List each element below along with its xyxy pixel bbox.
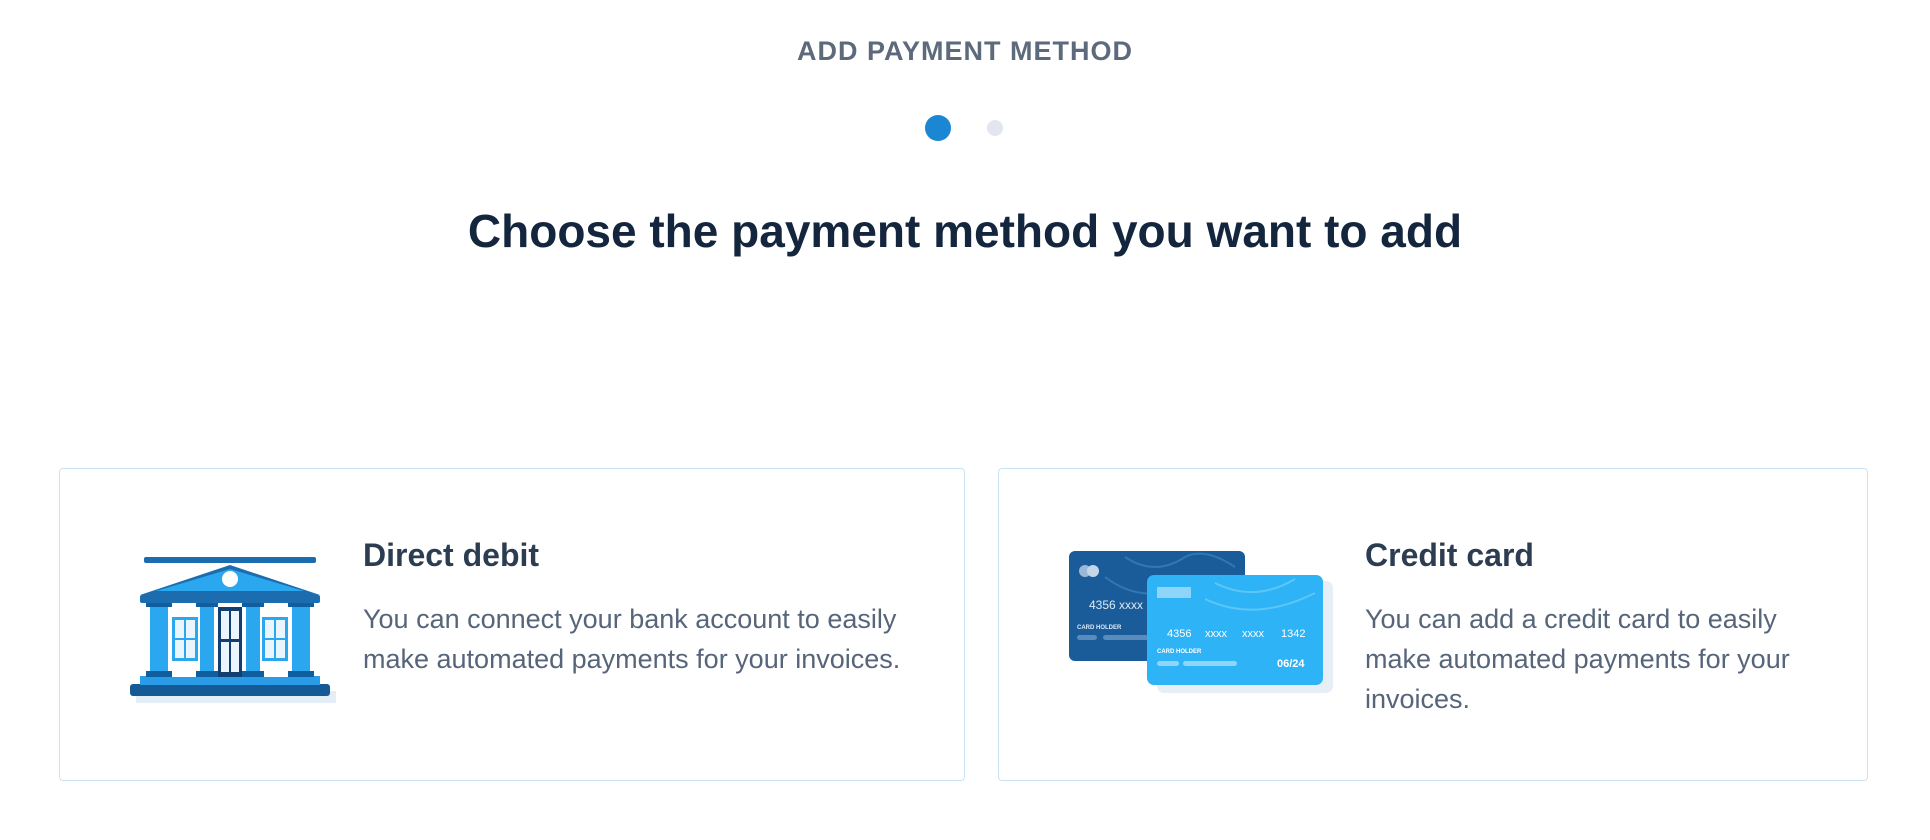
back-card-holder: CARD HOLDER — [1077, 625, 1122, 631]
credit-card-description: You can add a credit card to easily make… — [1365, 604, 1790, 714]
direct-debit-description: You can connect your bank account to eas… — [363, 604, 901, 674]
front-card-number-2: xxxx — [1205, 628, 1228, 640]
front-card-number-4: 1342 — [1281, 628, 1305, 640]
direct-debit-option-card[interactable]: Direct debit You can connect your bank a… — [59, 468, 965, 781]
front-card-number-3: xxxx — [1242, 628, 1265, 640]
page-header-title: ADD PAYMENT METHOD — [796, 36, 1133, 66]
step-dot-2 — [987, 120, 1003, 136]
back-card-number: 4356 xxxx — [1089, 598, 1143, 612]
front-card-expiry: 06/24 — [1277, 658, 1305, 670]
credit-cards-icon: 4356 xxxx CARD HOLDER 4356 xxxx xxxx 134… — [1065, 547, 1335, 707]
front-card-number-1: 4356 — [1167, 628, 1191, 640]
bank-building-icon — [126, 547, 346, 707]
step-dot-1-active — [925, 115, 951, 141]
page-heading: Choose the payment method you want to ad… — [467, 205, 1463, 257]
credit-card-title: Credit card — [1365, 537, 1534, 573]
direct-debit-title: Direct debit — [363, 537, 540, 573]
front-card-holder: CARD HOLDER — [1157, 649, 1202, 655]
credit-card-option-card[interactable]: 4356 xxxx CARD HOLDER 4356 xxxx xxxx 134… — [998, 468, 1868, 781]
